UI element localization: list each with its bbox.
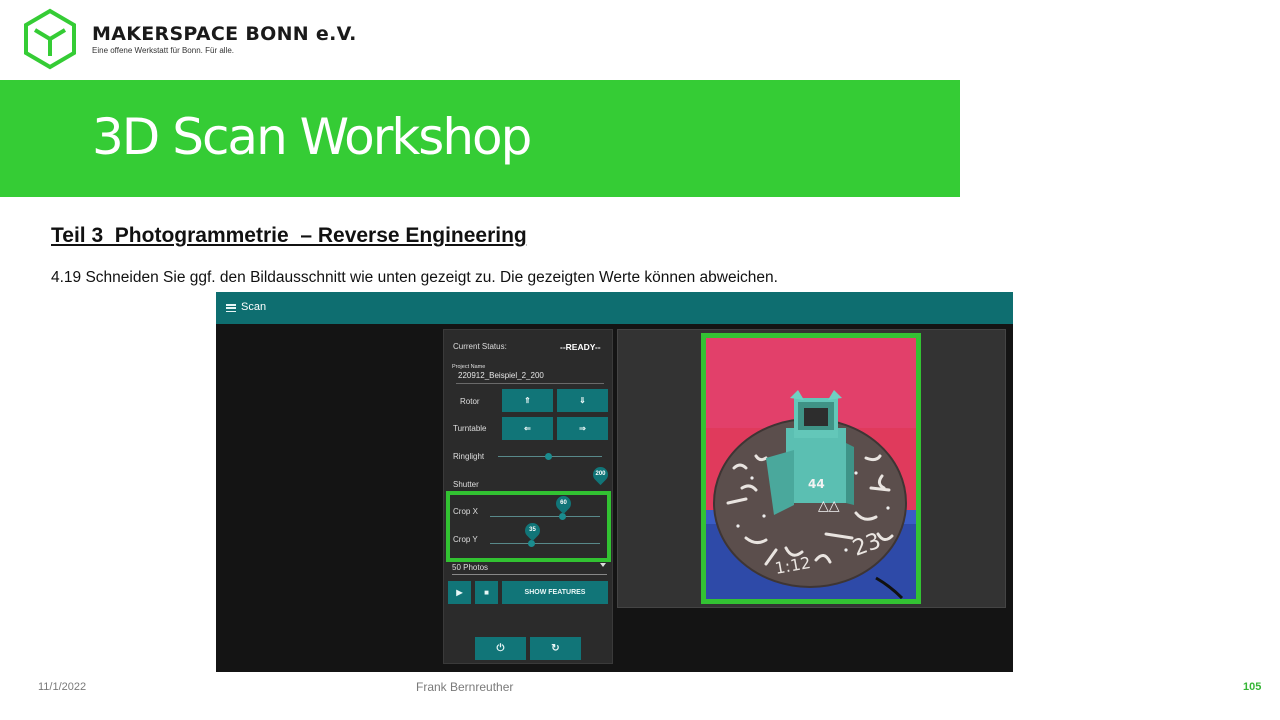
shutter-value-bubble[interactable]: 200 (589, 463, 612, 486)
app-toolbar: Scan (216, 292, 1013, 324)
scan-app-screenshot: Scan Current Status: --READY-- Project N… (216, 292, 1013, 672)
status-value: --READY-- (560, 342, 601, 352)
crop-x-slider-track (490, 516, 600, 517)
rotor-label: Rotor (460, 397, 480, 406)
shutter-label: Shutter (453, 480, 479, 489)
turntable-right-button[interactable]: ⇒ (557, 417, 608, 440)
photos-select[interactable]: 50 Photos (452, 563, 488, 572)
crop-x-label: Crop X (453, 507, 478, 516)
chevron-down-icon[interactable] (600, 563, 606, 567)
play-button[interactable]: ▶ (448, 581, 471, 604)
crop-x-value: 60 (560, 500, 567, 506)
project-name-underline (456, 383, 604, 384)
control-panel: Current Status: --READY-- Project Name 2… (443, 329, 613, 664)
brand-tagline: Eine offene Werkstatt für Bonn. Für alle… (92, 46, 234, 55)
title-banner: 3D Scan Workshop (0, 80, 960, 197)
image-preview-panel: 44 △△ 23 1:12 (617, 329, 1006, 608)
app-title: Scan (241, 301, 267, 313)
makerspace-logo-icon (24, 8, 76, 70)
crop-y-label: Crop Y (453, 535, 478, 544)
brand-name: MAKERSPACE BONN e.V. (92, 23, 357, 45)
power-button[interactable]: ⏻ (475, 637, 526, 660)
svg-text:△△: △△ (818, 498, 840, 514)
crop-y-value: 35 (529, 527, 536, 533)
turntable-left-button[interactable]: ⇐ (502, 417, 553, 440)
rotor-down-button[interactable]: ⇓ (557, 389, 608, 412)
project-name-input[interactable]: 220912_Beispiel_2_200 (458, 371, 544, 380)
photos-select-underline (452, 574, 607, 575)
scanned-object-photo: 44 △△ 23 1:12 (706, 338, 916, 599)
crop-y-value-bubble: 35 (521, 519, 544, 542)
project-name-label: Project Name (452, 364, 486, 370)
refresh-button[interactable]: ↻ (530, 637, 581, 660)
footer-date: 11/1/2022 (38, 681, 87, 693)
shutter-value: 200 (595, 471, 606, 477)
page-number: 105 (1243, 681, 1262, 693)
ringlight-label: Ringlight (453, 452, 485, 461)
hamburger-menu-icon[interactable] (226, 304, 236, 313)
stop-button[interactable]: ■ (475, 581, 498, 604)
cropped-photo-frame: 44 △△ 23 1:12 (701, 333, 921, 604)
footer-author: Frank Bernreuther (416, 680, 514, 694)
ringlight-slider-handle[interactable] (545, 453, 552, 460)
crop-y-slider-track (490, 543, 600, 544)
show-features-button[interactable]: SHOW FEATURES (502, 581, 608, 604)
rotor-up-button[interactable]: ⇑ (502, 389, 553, 412)
status-label: Current Status: (453, 342, 507, 351)
turntable-label: Turntable (453, 424, 487, 433)
instruction-text: 4.19 Schneiden Sie ggf. den Bildausschni… (51, 269, 778, 286)
crop-x-value-bubble: 60 (552, 492, 575, 515)
svg-text:44: 44 (808, 477, 825, 491)
section-title: Teil 3 Photogrammetrie – Reverse Enginee… (51, 224, 527, 247)
slide-title: 3D Scan Workshop (92, 108, 532, 166)
